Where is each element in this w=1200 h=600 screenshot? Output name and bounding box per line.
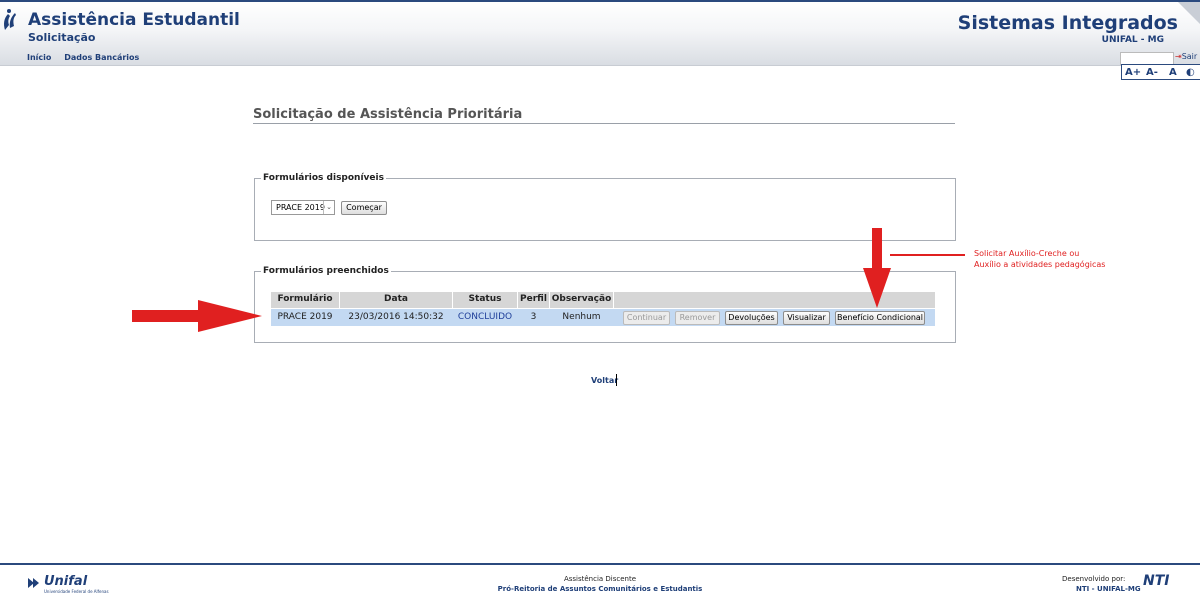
logout-link[interactable]: ⇥Sair <box>1175 52 1197 61</box>
form-select-value: PRACE 2019 <box>276 203 325 212</box>
footer-center-line-1: Assistência Discente <box>563 575 637 583</box>
app-subtitle: Solicitação <box>28 31 96 44</box>
annotation-line-2: Auxílio a atividades pedagógicas <box>974 260 1106 269</box>
column-header-formulario: Formulário <box>277 294 333 304</box>
column-divider <box>613 292 614 308</box>
view-button[interactable]: Visualizar <box>783 311 830 325</box>
logout-label: Sair <box>1181 52 1198 61</box>
filled-forms-legend: Formulários preenchidos <box>263 266 389 276</box>
footer-developer-name: NTI - UNIFAL-MG <box>1076 585 1141 593</box>
annotation-pointer-line <box>890 254 965 256</box>
back-link[interactable]: Voltar <box>591 376 618 385</box>
down-arrow-annotation-icon <box>863 228 891 308</box>
remove-button[interactable]: Remover <box>675 311 720 325</box>
decrease-font-button[interactable]: A- <box>1146 67 1158 78</box>
column-header-perfil: Perfil <box>520 294 547 304</box>
left-arrow-annotation-icon <box>132 300 262 332</box>
annotation-text: Solicitar Auxílio-Creche ou Auxílio a at… <box>974 248 1105 270</box>
chevron-down-icon: ⌄ <box>323 201 334 214</box>
footer-developed-by: Desenvolvido por: <box>1062 575 1126 583</box>
increase-font-button[interactable]: A+ <box>1125 67 1141 78</box>
reset-font-button[interactable]: A <box>1169 67 1177 78</box>
text-cursor <box>616 374 617 386</box>
cell-observacao: Nenhum <box>562 312 601 322</box>
app-title: Assistência Estudantil <box>28 10 240 30</box>
logout-icon: ⇥ <box>1175 52 1182 61</box>
footer: Unifal Universidade Federal de Alfenas A… <box>0 565 1200 600</box>
system-title: Sistemas Integrados <box>957 12 1178 34</box>
nav-item-inicio[interactable]: Início <box>27 53 51 62</box>
title-divider <box>253 123 955 124</box>
annotation-line-1: Solicitar Auxílio-Creche ou <box>974 249 1080 258</box>
top-header: Assistência Estudantil Solicitação Iníci… <box>0 0 1200 66</box>
continue-button[interactable]: Continuar <box>623 311 670 325</box>
column-header-data: Data <box>384 294 408 304</box>
footer-center-line-2: Pró-Reitoria de Assuntos Comunitários e … <box>497 585 703 593</box>
table-header: Formulário Data Status Perfil Observação <box>271 292 935 308</box>
column-header-status: Status <box>468 294 502 304</box>
top-nav: Início Dados Bancários <box>27 53 149 62</box>
nav-item-dados-bancarios[interactable]: Dados Bancários <box>64 53 139 62</box>
nti-logo-text: NTI <box>1143 573 1170 589</box>
contrast-icon[interactable]: ◐ <box>1186 67 1195 78</box>
cell-status: CONCLUIDO <box>457 312 513 322</box>
available-forms-legend: Formulários disponíveis <box>263 173 384 183</box>
start-button[interactable]: Começar <box>341 201 387 215</box>
hands-logo-icon <box>4 9 16 30</box>
form-select[interactable]: PRACE 2019 ⌄ <box>271 200 335 215</box>
page-title: Solicitação de Assistência Prioritária <box>253 107 523 122</box>
accessibility-bar: A+ A- A ◐ <box>1121 64 1200 80</box>
returns-button[interactable]: Devoluções <box>725 311 778 325</box>
system-subtitle: UNIFAL - MG <box>1101 35 1164 45</box>
cell-formulario: PRACE 2019 <box>277 312 333 322</box>
corner-decoration-icon <box>1178 2 1200 24</box>
column-header-observacao: Observação <box>551 294 612 304</box>
cell-data: 23/03/2016 14:50:32 <box>348 312 444 322</box>
cell-perfil: 3 <box>530 312 537 322</box>
conditional-benefit-button[interactable]: Benefício Condicional <box>835 311 925 325</box>
logout-area: ⇥Sair <box>1120 52 1200 65</box>
